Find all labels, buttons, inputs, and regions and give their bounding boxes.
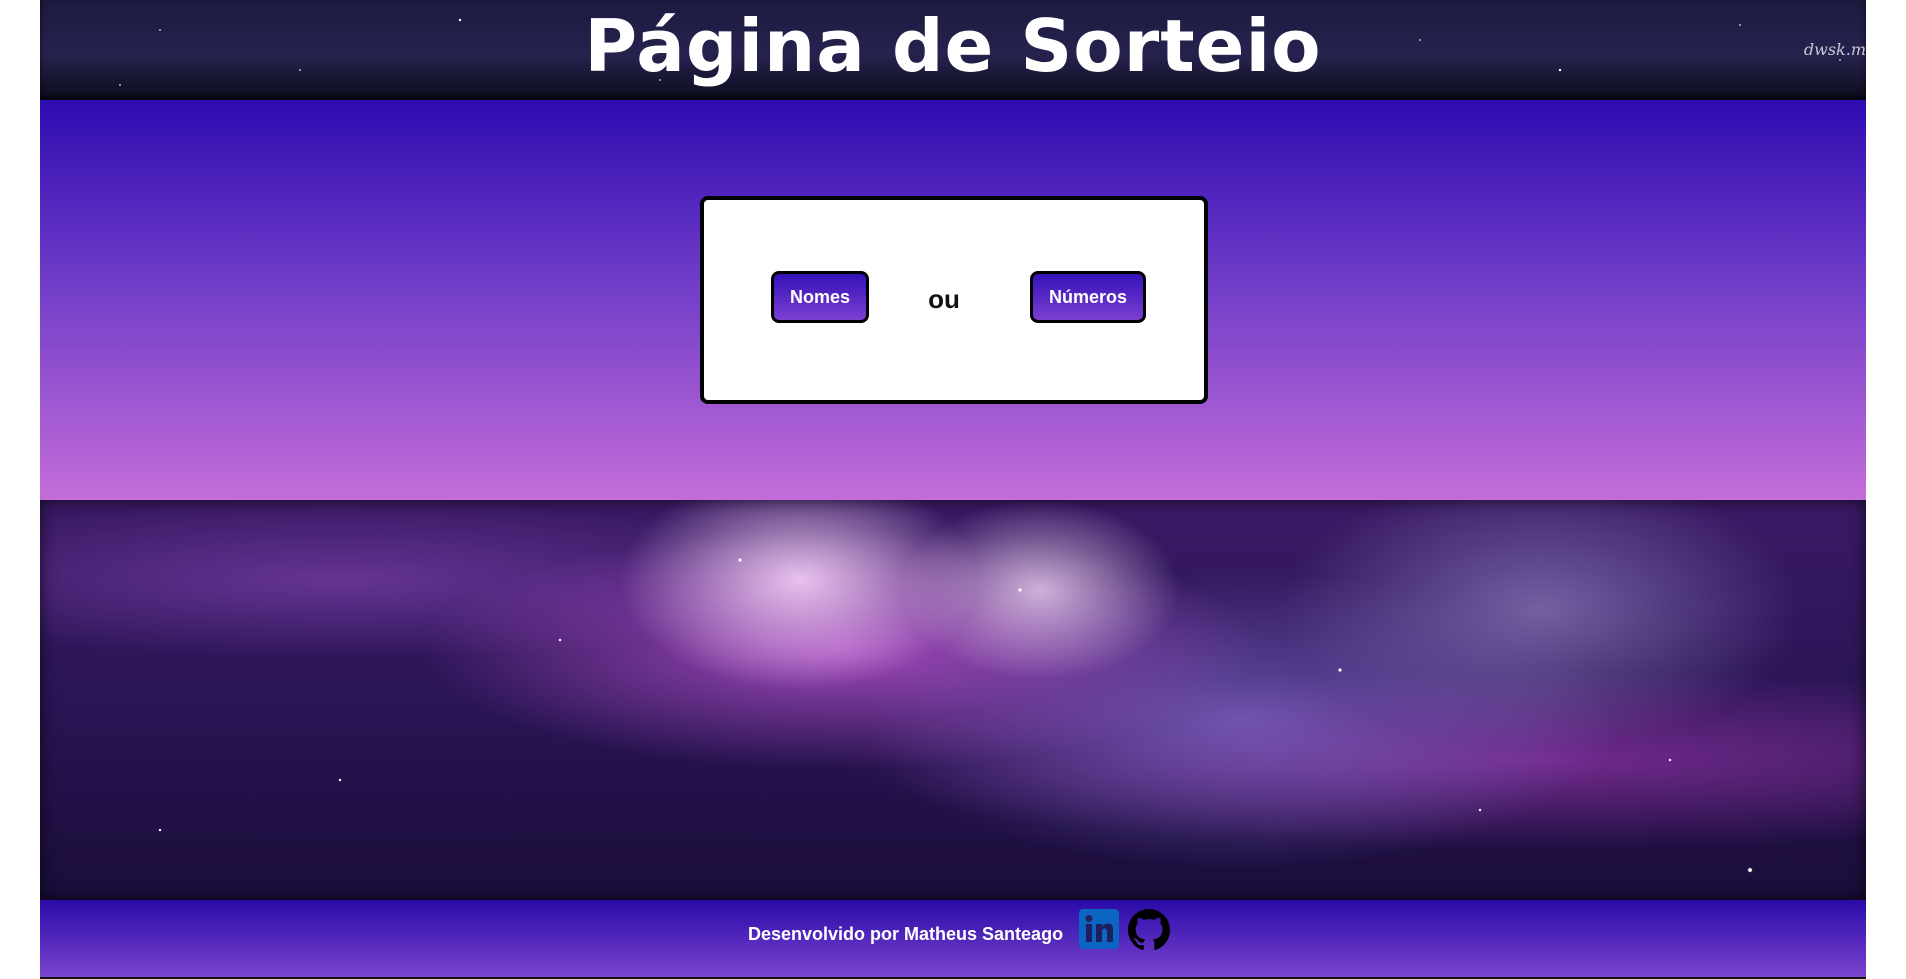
main-section: Nomes ou Números (40, 100, 1866, 500)
galaxy-banner (40, 500, 1866, 900)
header: Página de Sorteio dwsk.m (40, 0, 1866, 100)
numbers-button[interactable]: Números (1030, 271, 1146, 323)
footer-credit: Desenvolvido por Matheus Santeago (748, 924, 1064, 944)
page: Página de Sorteio dwsk.m Nomes ou Número… (40, 0, 1866, 979)
wallpaper-watermark: dwsk.m (1803, 40, 1866, 59)
draw-type-card: Nomes ou Números (700, 196, 1208, 404)
linkedin-icon[interactable] (1079, 909, 1119, 949)
separator-text: ou (928, 284, 960, 314)
footer: Desenvolvido por Matheus Santeago (40, 900, 1866, 977)
page-title: Página de Sorteio (584, 4, 1322, 88)
github-icon[interactable] (1128, 909, 1170, 951)
names-button[interactable]: Nomes (771, 271, 869, 323)
